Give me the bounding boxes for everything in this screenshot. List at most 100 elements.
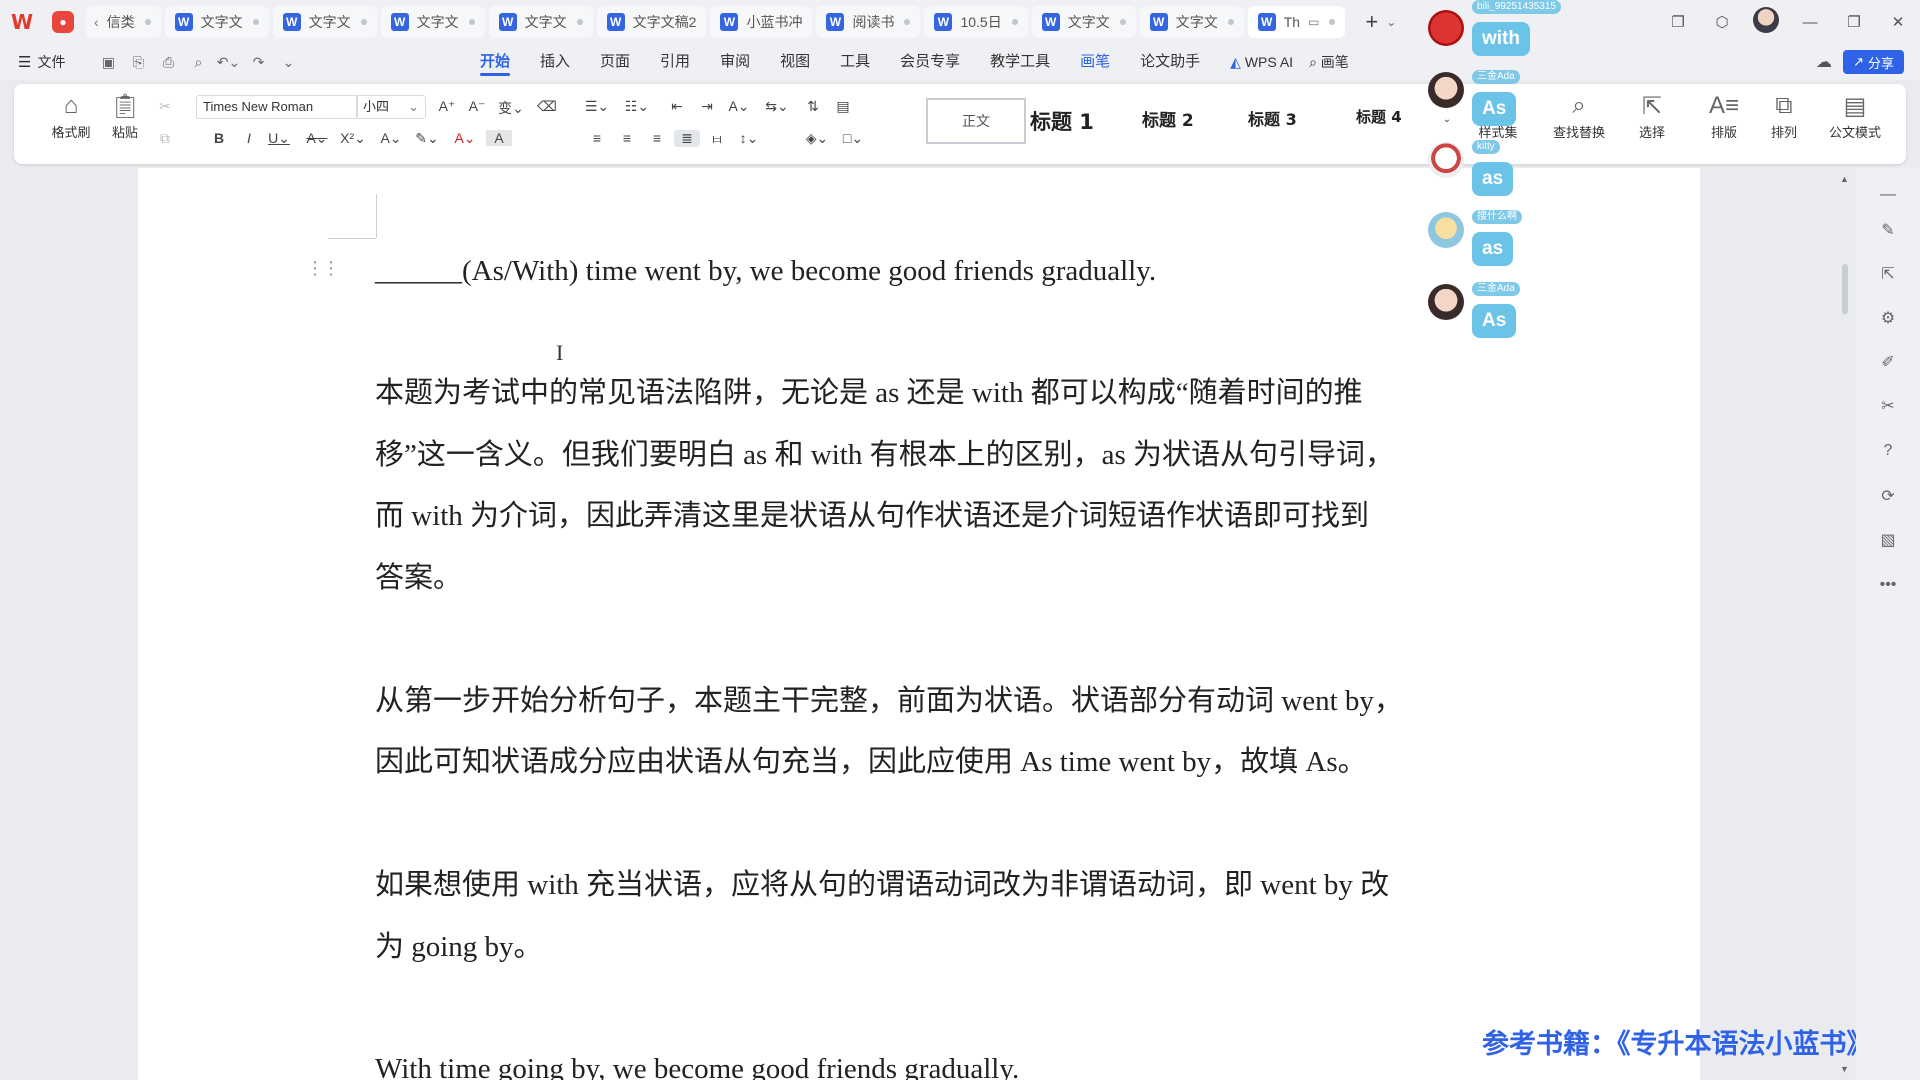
sync-icon[interactable]: ⟳ xyxy=(1876,486,1900,506)
tab-member[interactable]: 会员专享 xyxy=(900,44,960,80)
underline-icon[interactable]: U⌄ xyxy=(266,130,292,147)
format-painter-button[interactable]: ⌂ 格式刷 xyxy=(46,92,96,141)
help-icon[interactable]: ? xyxy=(1876,442,1900,460)
char-shading-icon[interactable]: A xyxy=(486,130,512,146)
print-preview-icon[interactable]: ⌕ xyxy=(183,54,213,71)
align-center-icon[interactable]: ≡ xyxy=(614,130,640,146)
copy-icon[interactable]: ⧉ xyxy=(152,130,178,147)
tab-paper-assistant[interactable]: 论文助手 xyxy=(1140,44,1200,80)
styles-expand-icon[interactable]: ⌄ xyxy=(1434,114,1460,125)
settings-sliders-icon[interactable]: ⚙ xyxy=(1876,308,1900,328)
more-chevron-icon[interactable]: ⌄ xyxy=(273,54,303,71)
tab-active-doc[interactable]: W Th ▭ xyxy=(1247,6,1346,38)
tools-icon[interactable]: ✂ xyxy=(1876,396,1900,416)
select-button[interactable]: ⇱ 选择 xyxy=(1624,92,1680,141)
tab-wps-ai[interactable]: ◭ WPS AI xyxy=(1230,44,1293,80)
close-icon[interactable] xyxy=(904,19,911,25)
cut-icon[interactable]: ✂ xyxy=(152,98,178,115)
collapse-icon[interactable]: — xyxy=(1876,186,1900,204)
style-heading-2[interactable]: 标题 2 xyxy=(1142,106,1194,131)
tab-first[interactable]: ‹ 信类 xyxy=(86,6,161,38)
official-doc-mode-button[interactable]: ▤ 公文模式 xyxy=(1822,92,1888,141)
new-tab-button[interactable]: + xyxy=(1365,9,1378,35)
tab-teaching-tools[interactable]: 教学工具 xyxy=(990,44,1050,80)
tab-doc[interactable]: W 小蓝书冲 xyxy=(710,6,813,38)
user-avatar[interactable] xyxy=(1744,7,1788,37)
tab-doc[interactable]: W 文字文 xyxy=(380,6,485,38)
print-icon[interactable]: ⎙ xyxy=(153,54,183,71)
monitor-icon[interactable]: ▭ xyxy=(1308,15,1319,29)
vertical-scrollbar[interactable] xyxy=(1842,264,1848,314)
superscript-icon[interactable]: X²⌄ xyxy=(340,130,366,147)
chevron-down-icon[interactable]: ⌄ xyxy=(1386,15,1396,29)
tab-tools[interactable]: 工具 xyxy=(840,44,870,80)
scroll-down-icon[interactable]: ▼ xyxy=(1840,1064,1849,1074)
distribute-icon[interactable]: ⧦ xyxy=(704,130,730,147)
border-icon[interactable]: □⌄ xyxy=(840,130,866,147)
redo-icon[interactable]: ↷ xyxy=(243,54,273,71)
text-effect-icon[interactable]: A⌄ xyxy=(378,130,404,147)
tab-review[interactable]: 审阅 xyxy=(720,44,750,80)
close-icon[interactable] xyxy=(468,19,475,25)
pen-icon[interactable]: ✎ xyxy=(1876,220,1900,240)
edit-icon[interactable]: ✐ xyxy=(1876,352,1900,372)
restore-icon[interactable]: ❐ xyxy=(1832,13,1876,31)
close-icon[interactable] xyxy=(360,19,367,25)
paste-button[interactable]: 📋︎ 粘贴 xyxy=(100,92,150,141)
wps-logo-icon[interactable]: W xyxy=(0,0,44,44)
scroll-up-icon[interactable]: ▲ xyxy=(1840,174,1849,184)
strikethrough-icon[interactable]: A⌄ xyxy=(304,130,330,147)
show-marks-icon[interactable]: ▤ xyxy=(830,98,856,115)
tab-doc[interactable]: W 文字文 xyxy=(1139,6,1244,38)
chevron-left-icon[interactable]: ‹ xyxy=(94,14,99,30)
close-window-icon[interactable]: ✕ xyxy=(1876,13,1920,31)
save-icon[interactable]: ▣ xyxy=(93,54,123,71)
sort-icon[interactable]: ⇅ xyxy=(800,98,826,115)
document-page[interactable] xyxy=(138,168,1700,1080)
arrange-button[interactable]: ⧉ 排列 xyxy=(1756,92,1812,141)
highlight-icon[interactable]: ✎⌄ xyxy=(414,130,440,147)
drag-handle-icon[interactable]: ⋮⋮ xyxy=(306,258,340,279)
increase-indent-icon[interactable]: ⇥ xyxy=(694,98,720,115)
chinese-layout-icon[interactable]: ⇆⌄ xyxy=(764,98,790,115)
image-icon[interactable]: ▧ xyxy=(1876,530,1900,550)
file-menu[interactable]: ☰ 文件 xyxy=(0,52,65,72)
bullet-list-icon[interactable]: ☰⌄ xyxy=(584,98,610,115)
tab-page[interactable]: 页面 xyxy=(600,44,630,80)
increase-font-icon[interactable]: A⁺ xyxy=(434,98,460,115)
tab-doc[interactable]: W 阅读书 xyxy=(816,6,921,38)
cube-icon[interactable]: ⬡ xyxy=(1700,13,1744,31)
bold-icon[interactable]: B xyxy=(206,130,232,146)
pdf-app-icon[interactable]: ● xyxy=(52,11,74,33)
line-spacing-icon[interactable]: ↕⌄ xyxy=(736,130,762,147)
close-icon[interactable] xyxy=(252,19,259,25)
style-heading-1[interactable]: 标题 1 xyxy=(1030,106,1094,136)
justify-icon[interactable]: ≣ xyxy=(674,130,700,147)
tab-doc[interactable]: W 文字文 xyxy=(164,6,269,38)
close-icon[interactable] xyxy=(1011,19,1018,25)
layout-button[interactable]: A≡ 排版 xyxy=(1696,92,1752,141)
tab-home[interactable]: 开始 xyxy=(480,44,511,80)
phonetic-icon[interactable]: 变⌄ xyxy=(498,98,524,118)
tab-doc[interactable]: W 文字文 xyxy=(1031,6,1136,38)
tab-search-pen[interactable]: ⌕ 画笔 xyxy=(1309,44,1349,80)
tab-insert[interactable]: 插入 xyxy=(540,44,570,80)
font-color-icon[interactable]: A⌄ xyxy=(452,130,478,147)
close-icon[interactable] xyxy=(576,19,583,25)
font-name-select[interactable]: Times New Roman xyxy=(196,95,358,119)
style-normal[interactable]: 正文 xyxy=(926,98,1026,144)
decrease-indent-icon[interactable]: ⇤ xyxy=(664,98,690,115)
cloud-upload-icon[interactable]: ☁ xyxy=(1816,52,1832,72)
minimize-icon[interactable]: — xyxy=(1788,14,1832,31)
export-icon[interactable]: ⎘ xyxy=(123,54,153,71)
tab-references[interactable]: 引用 xyxy=(660,44,690,80)
share-button[interactable]: ↗ 分享 xyxy=(1843,50,1904,74)
tab-doc[interactable]: W 10.5日 xyxy=(924,6,1028,38)
align-right-icon[interactable]: ≡ xyxy=(644,130,670,146)
align-left-icon[interactable]: ≡ xyxy=(584,130,610,146)
find-replace-button[interactable]: ⌕ 查找替换 xyxy=(1544,92,1614,141)
tab-view[interactable]: 视图 xyxy=(780,44,810,80)
close-icon[interactable] xyxy=(144,19,151,25)
numbered-list-icon[interactable]: ☷⌄ xyxy=(624,98,650,115)
tab-doc[interactable]: W 文字文稿2 xyxy=(596,6,707,38)
